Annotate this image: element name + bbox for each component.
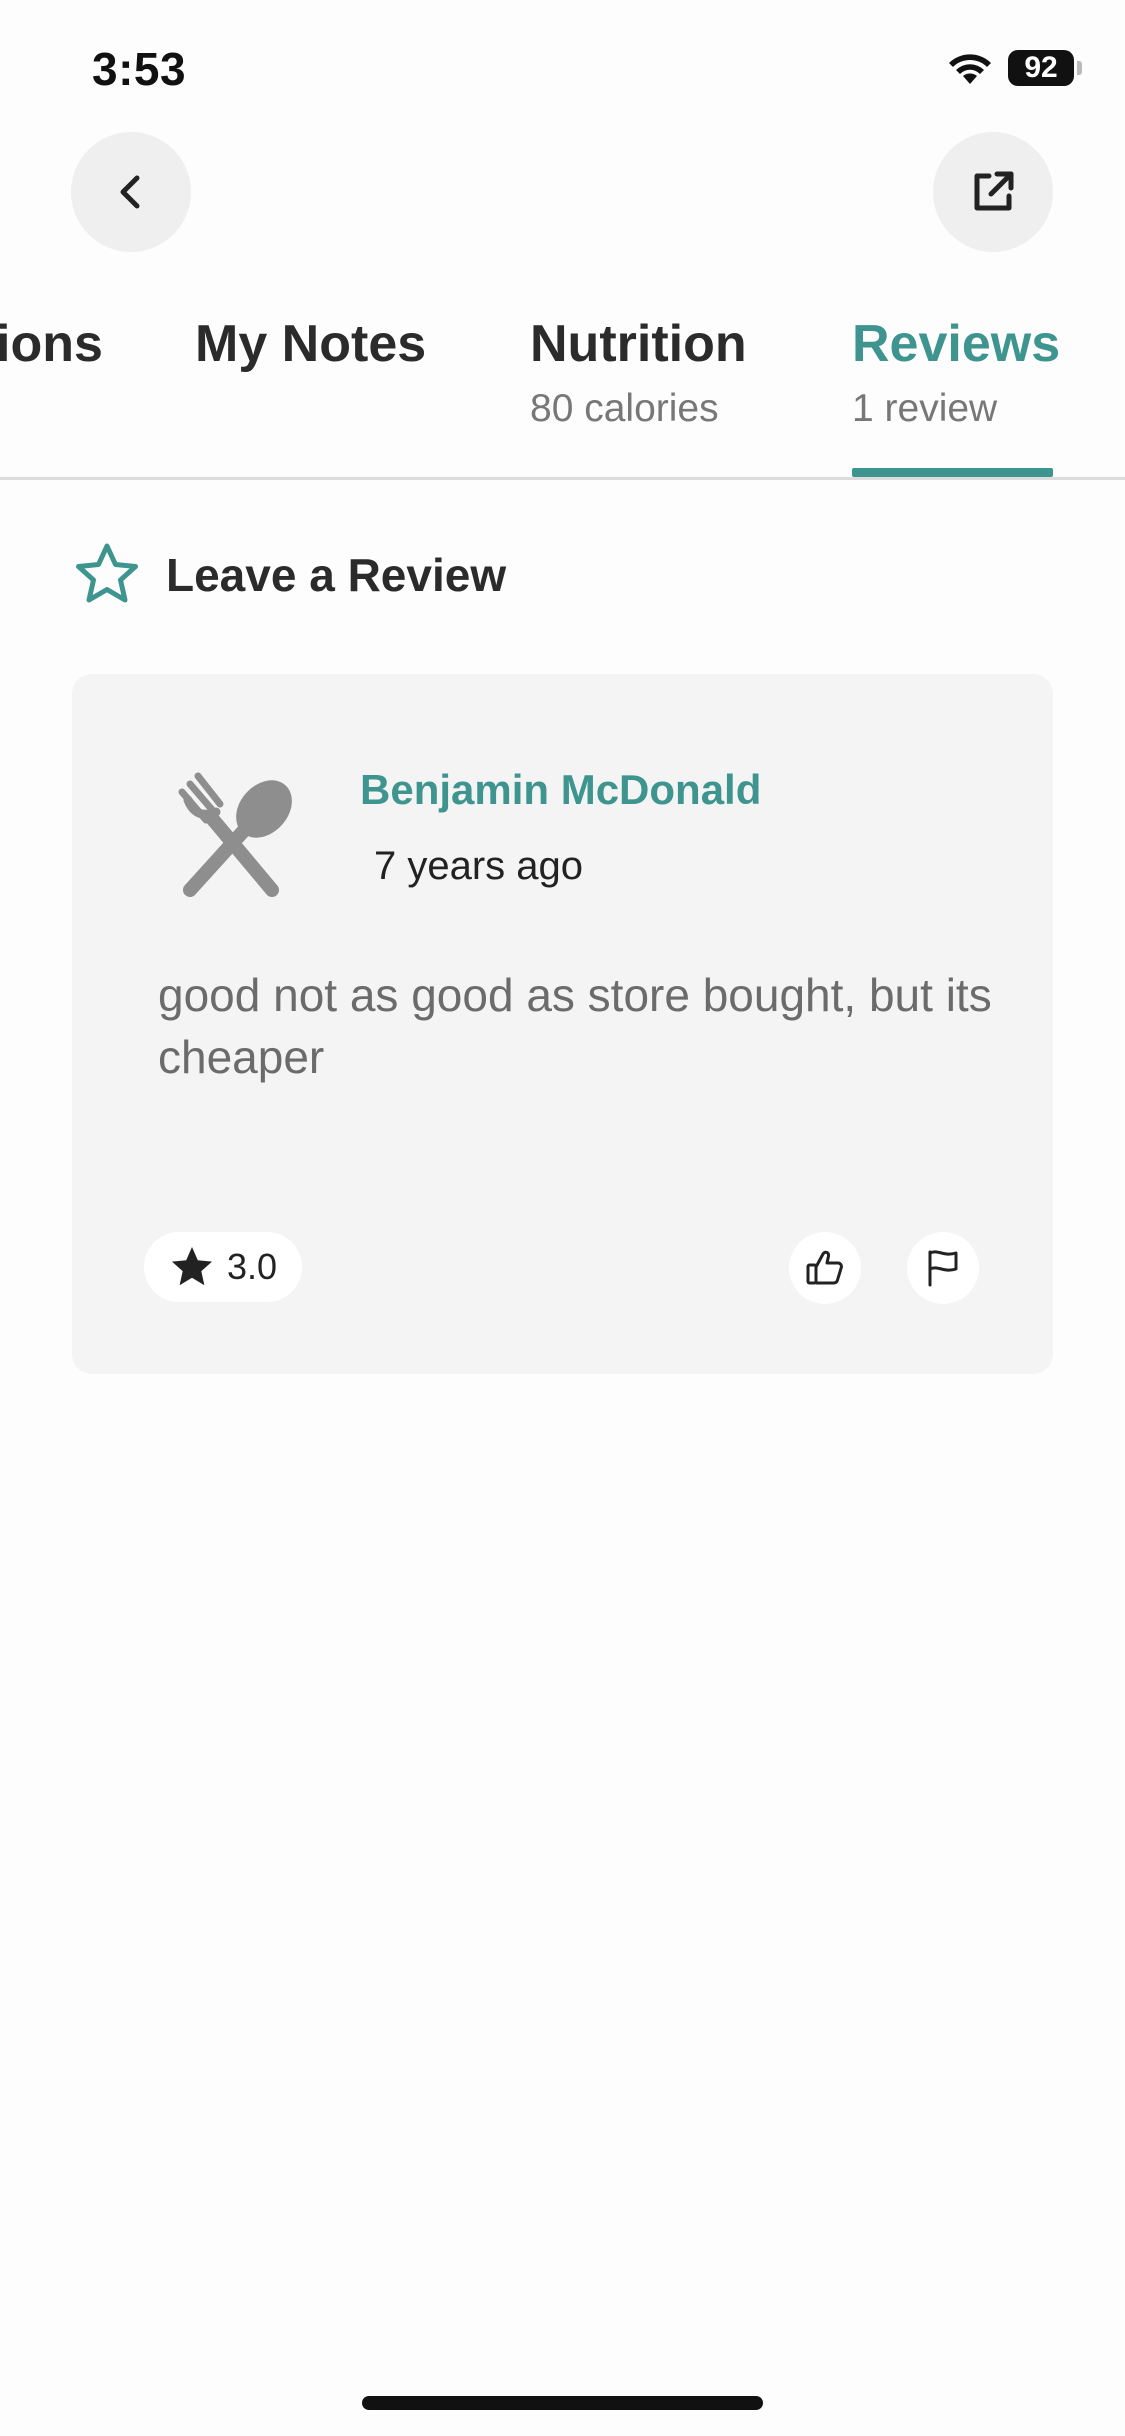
external-link-icon [974,171,1014,211]
back-button[interactable] [71,132,191,252]
leave-review-button[interactable]: Leave a Review [72,540,506,610]
leave-review-label: Leave a Review [166,549,507,601]
tab-instructions[interactable]: ions [0,314,103,374]
tab-label: Nutrition [530,315,747,373]
tab-subtitle: 80 calories [530,387,719,430]
battery-indicator: 92 [1008,50,1074,86]
tab-nutrition[interactable]: Nutrition 80 calories [530,314,747,432]
like-button[interactable] [789,1232,861,1304]
fork-spoon-icon [178,772,292,897]
flag-button[interactable] [907,1232,979,1304]
rating-badge: 3.0 [144,1232,302,1302]
review-text: good not as good as store bought, but it… [158,969,992,1083]
status-time: 3:53 [92,43,187,95]
wifi-icon [949,54,991,84]
thumbs-up-icon [806,1250,843,1285]
rating-value: 3.0 [226,1246,278,1287]
reviewer-name[interactable]: Benjamin McDonald [360,766,761,814]
tab-label: ions [0,315,103,373]
tab-my-notes[interactable]: My Notes [195,314,426,374]
home-indicator[interactable] [362,2396,763,2410]
tab-bar: ions My Notes Nutrition 80 calories Revi… [0,300,1125,480]
star-filled-icon [171,1247,212,1286]
tab-subtitle: 1 review [852,387,998,430]
review-card: Benjamin McDonald 7 years ago good not a… [72,674,1053,1374]
tab-reviews[interactable]: Reviews 1 review [852,314,1060,432]
share-button[interactable] [933,132,1053,252]
tab-label: Reviews [852,315,1061,373]
chevron-left-icon [120,175,140,209]
tab-label: My Notes [195,315,427,373]
flag-icon [928,1250,958,1287]
battery-cap [1077,61,1082,75]
active-tab-indicator [852,468,1053,477]
review-timestamp: 7 years ago [374,844,584,888]
star-outline-icon [76,543,138,603]
